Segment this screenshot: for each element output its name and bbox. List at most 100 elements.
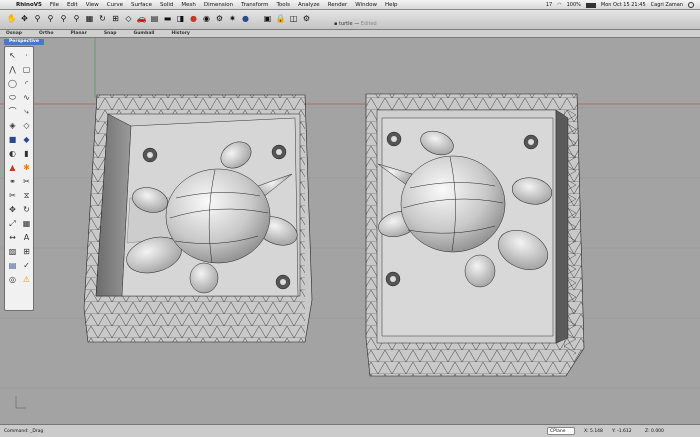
rotate-view-icon[interactable]: ↻ bbox=[97, 13, 108, 24]
menu-solid[interactable]: Solid bbox=[156, 0, 177, 10]
zoom-icon[interactable]: ⚲ bbox=[32, 13, 43, 24]
menu-analyze[interactable]: Analyze bbox=[294, 0, 324, 10]
boolean-icon[interactable]: ◐ bbox=[6, 148, 19, 160]
viewport-label[interactable]: Perspective bbox=[4, 39, 44, 45]
tab-osnap[interactable]: Osnap bbox=[0, 30, 33, 37]
lock-icon[interactable]: 🔒 bbox=[275, 13, 286, 24]
zoom-extents-icon[interactable]: ⚲ bbox=[58, 13, 69, 24]
window-title-text: turtle bbox=[338, 21, 353, 27]
display-mode-icon[interactable]: ◨ bbox=[175, 13, 186, 24]
check-icon[interactable]: ✓ bbox=[20, 260, 33, 272]
join-icon[interactable]: ⚭ bbox=[6, 176, 19, 188]
rectangle-icon[interactable]: ▢ bbox=[20, 64, 33, 76]
pin bbox=[386, 131, 402, 147]
window-title: ▪ turtle — Edited bbox=[334, 21, 377, 27]
tab-ortho[interactable]: Ortho bbox=[33, 30, 65, 37]
menu-file[interactable]: File bbox=[46, 0, 63, 10]
tab-planar[interactable]: Planar bbox=[64, 30, 97, 37]
properties-icon[interactable]: ⚙ bbox=[214, 13, 225, 24]
box-icon[interactable]: ■ bbox=[6, 134, 19, 146]
curve-icon[interactable]: ∿ bbox=[20, 92, 33, 104]
render-icon[interactable]: ◉ bbox=[201, 13, 212, 24]
menu-mesh[interactable]: Mesh bbox=[177, 0, 199, 10]
grid-array-icon[interactable]: ⊞ bbox=[20, 246, 33, 258]
z-coordinate: Z: 0.000 bbox=[645, 429, 664, 434]
snapshot-icon[interactable]: ▣ bbox=[262, 13, 273, 24]
tab-gumball[interactable]: Gumball bbox=[128, 30, 166, 37]
zoom-selected-icon[interactable]: ⚲ bbox=[71, 13, 82, 24]
menu-view[interactable]: View bbox=[82, 0, 103, 10]
osnap-tab-strip: Osnap Ortho Planar Snap Gumball History bbox=[0, 30, 700, 38]
menu-render[interactable]: Render bbox=[324, 0, 352, 10]
cylinder-icon[interactable]: ▮ bbox=[20, 148, 33, 160]
rotate-icon[interactable]: ↻ bbox=[20, 204, 33, 216]
offset-icon[interactable]: ⤷ bbox=[20, 106, 33, 118]
spotlight-icon[interactable] bbox=[688, 2, 694, 8]
text-icon[interactable]: A bbox=[20, 232, 33, 244]
four-viewports-icon[interactable]: ▦ bbox=[84, 13, 95, 24]
lights-icon[interactable]: ✷ bbox=[227, 13, 238, 24]
trim-icon[interactable]: ✂ bbox=[6, 190, 19, 202]
move-arrows-icon[interactable]: ✥ bbox=[19, 13, 30, 24]
pin bbox=[271, 144, 287, 160]
tab-snap[interactable]: Snap bbox=[98, 30, 128, 37]
menu-transform[interactable]: Transform bbox=[237, 0, 272, 10]
dimension-icon[interactable]: ↔ bbox=[6, 232, 19, 244]
tool-palette: ↖ · ⋀ ▢ ◯ ◜ ⬭ ∿ ⌒ ⤷ ◈ ◇ ■ ◆ ◐ ▮ ▲ ✱ ⚭ ✂ … bbox=[4, 46, 34, 311]
command-line[interactable]: Command: _Drag bbox=[4, 429, 43, 434]
menu-help[interactable]: Help bbox=[381, 0, 402, 10]
point-icon[interactable]: · bbox=[20, 50, 33, 62]
mirror-icon[interactable]: ⧖ bbox=[20, 190, 33, 202]
menu-window[interactable]: Window bbox=[351, 0, 381, 10]
split-icon[interactable]: ✂ bbox=[20, 176, 33, 188]
viewport-scene[interactable] bbox=[0, 38, 700, 424]
extrude-icon[interactable]: ▲ bbox=[6, 162, 19, 174]
sphere-icon[interactable]: ● bbox=[240, 13, 251, 24]
polyline-icon[interactable]: ⋀ bbox=[6, 64, 19, 76]
clock[interactable]: Mon Oct 15 21:45 bbox=[601, 0, 646, 10]
object-icon[interactable]: ◫ bbox=[288, 13, 299, 24]
pin bbox=[142, 147, 158, 163]
user-name[interactable]: Cagri Zaman bbox=[651, 0, 683, 10]
fillet-icon[interactable]: ⌒ bbox=[6, 106, 19, 118]
battery-icon[interactable] bbox=[585, 2, 596, 8]
color-wheel-icon[interactable]: ● bbox=[188, 13, 199, 24]
zoom-window-icon[interactable]: ⚲ bbox=[45, 13, 56, 24]
hatch-icon[interactable]: ▨ bbox=[6, 246, 19, 258]
perspective-viewport[interactable]: Perspective bbox=[0, 38, 700, 424]
arc-icon[interactable]: ◜ bbox=[20, 78, 33, 90]
status-bar: Command: _Drag CPlane X: 5.148 Y: -1.612… bbox=[0, 424, 700, 437]
x-coordinate: X: 5.148 bbox=[584, 429, 603, 434]
warning-icon[interactable]: ⚠ bbox=[20, 274, 33, 286]
battery-percent: 100% bbox=[566, 2, 581, 8]
array-icon[interactable]: ▦ bbox=[20, 218, 33, 230]
notification-badge[interactable]: 17 bbox=[546, 0, 552, 10]
layer-palette-icon[interactable]: ▤ bbox=[6, 260, 19, 272]
move-icon[interactable]: ✥ bbox=[6, 204, 19, 216]
menu-curve[interactable]: Curve bbox=[103, 0, 127, 10]
material-icon[interactable]: ▬ bbox=[162, 13, 173, 24]
scale-icon[interactable]: ⤢ bbox=[6, 218, 19, 230]
select-arrow-icon[interactable]: ↖ bbox=[6, 50, 19, 62]
analyze-icon[interactable]: ◎ bbox=[6, 274, 19, 286]
layers-icon[interactable]: ▤ bbox=[149, 13, 160, 24]
wifi-icon[interactable]: ◠ bbox=[557, 0, 561, 10]
surface-icon[interactable]: ◈ bbox=[6, 120, 19, 132]
hand-pan-icon[interactable]: ✋ bbox=[6, 13, 17, 24]
set-cplane-icon[interactable]: ◇ bbox=[123, 13, 134, 24]
ellipse-icon[interactable]: ⬭ bbox=[6, 92, 19, 104]
options-icon[interactable]: ⚙ bbox=[301, 13, 312, 24]
tab-history[interactable]: History bbox=[165, 30, 200, 37]
menu-tools[interactable]: Tools bbox=[272, 0, 294, 10]
grid-icon[interactable]: ⊞ bbox=[110, 13, 121, 24]
cplane-select[interactable]: CPlane bbox=[547, 427, 575, 435]
menu-dimension[interactable]: Dimension bbox=[200, 0, 237, 10]
explode-icon[interactable]: ✱ bbox=[20, 162, 33, 174]
loft-icon[interactable]: ◇ bbox=[20, 120, 33, 132]
menu-surface[interactable]: Surface bbox=[127, 0, 156, 10]
circle-icon[interactable]: ◯ bbox=[6, 78, 19, 90]
menu-edit[interactable]: Edit bbox=[63, 0, 82, 10]
car-icon[interactable]: 🚗 bbox=[136, 13, 147, 24]
solid-icon[interactable]: ◆ bbox=[20, 134, 33, 146]
menu-app-name[interactable]: RhinoV5 bbox=[12, 0, 46, 10]
